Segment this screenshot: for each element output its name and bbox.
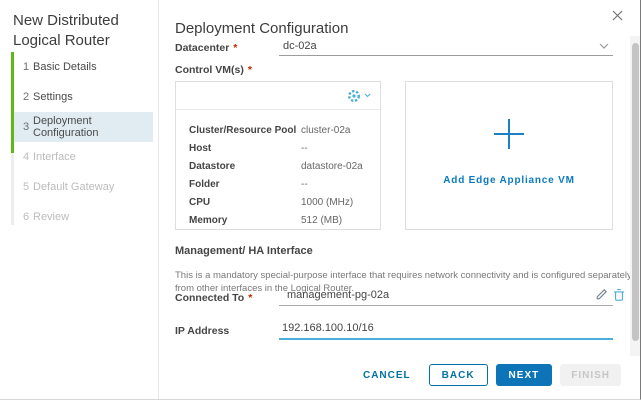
vm-detail-row: CPU 1000 (MHz) bbox=[189, 193, 367, 211]
dialog-title: New Distributed Logical Router bbox=[13, 11, 139, 50]
delete-trash-icon[interactable] bbox=[613, 288, 625, 301]
wizard-sidebar: New Distributed Logical Router 1 Basic D… bbox=[0, 0, 159, 399]
step-review: 6 Review bbox=[14, 202, 153, 232]
vertical-scrollbar-thumb[interactable] bbox=[632, 43, 639, 341]
ip-address-field[interactable] bbox=[279, 320, 613, 340]
next-button[interactable]: NEXT bbox=[496, 364, 553, 386]
step-label: Basic Details bbox=[33, 61, 97, 73]
control-vm-card: Cluster/Resource Pool cluster-02a Host -… bbox=[175, 81, 381, 230]
chevron-down-icon bbox=[364, 93, 371, 98]
steps-progress-bar-remaining bbox=[11, 153, 14, 225]
step-label: Deployment Configuration bbox=[33, 115, 153, 139]
step-interface: 4 Interface bbox=[14, 142, 153, 172]
step-content-panel: Deployment Configuration Datacenter* dc-… bbox=[160, 0, 640, 399]
step-number: 3 bbox=[14, 121, 33, 133]
step-number: 5 bbox=[14, 181, 33, 193]
back-button[interactable]: BACK bbox=[429, 364, 488, 386]
page-title: Deployment Configuration bbox=[175, 20, 348, 37]
step-number: 4 bbox=[14, 151, 33, 163]
connected-to-actions bbox=[596, 288, 625, 301]
vm-detail-row: Datastore datastore-02a bbox=[189, 157, 367, 175]
step-label: Interface bbox=[33, 151, 76, 163]
cancel-button[interactable]: CANCEL bbox=[353, 364, 421, 386]
vm-detail-row: Cluster/Resource Pool cluster-02a bbox=[189, 121, 367, 139]
close-icon[interactable] bbox=[609, 9, 625, 25]
control-vms-label: Control VM(s)* bbox=[175, 64, 252, 76]
vertical-scrollbar-track[interactable] bbox=[630, 36, 640, 356]
finish-button: FINISH bbox=[560, 364, 621, 386]
new-dlr-wizard-dialog: New Distributed Logical Router 1 Basic D… bbox=[0, 0, 641, 400]
edit-pencil-icon[interactable] bbox=[596, 288, 608, 301]
wizard-steps: 1 Basic Details 2 Settings 3 Deployment … bbox=[11, 52, 153, 232]
datacenter-selected-value: dc-02a bbox=[283, 40, 317, 52]
chevron-down-icon bbox=[599, 43, 609, 49]
step-basic-details[interactable]: 1 Basic Details bbox=[14, 52, 153, 82]
step-label: Review bbox=[33, 211, 69, 223]
ha-interface-heading: Management/ HA Interface bbox=[175, 245, 313, 257]
required-marker: * bbox=[233, 42, 237, 54]
wizard-footer: CANCEL BACK NEXT FINISH bbox=[353, 364, 621, 386]
step-settings[interactable]: 2 Settings bbox=[14, 82, 153, 112]
step-label: Default Gateway bbox=[33, 181, 114, 193]
required-marker: * bbox=[248, 64, 252, 76]
plus-icon bbox=[490, 115, 528, 153]
steps-progress-bar-completed bbox=[11, 52, 14, 153]
required-marker: * bbox=[248, 292, 252, 304]
ip-address-label: IP Address bbox=[175, 325, 229, 337]
datacenter-select[interactable]: dc-02a bbox=[279, 36, 613, 56]
step-deployment-configuration[interactable]: 3 Deployment Configuration bbox=[14, 112, 153, 142]
step-number: 2 bbox=[14, 91, 33, 103]
vm-detail-row: Host -- bbox=[189, 139, 367, 157]
vm-detail-list: Cluster/Resource Pool cluster-02a Host -… bbox=[176, 110, 380, 229]
step-label: Settings bbox=[33, 91, 73, 103]
gear-icon[interactable] bbox=[347, 89, 371, 103]
vm-detail-row: Memory 512 (MB) bbox=[189, 211, 367, 229]
step-number: 1 bbox=[14, 61, 33, 73]
step-number: 6 bbox=[14, 211, 33, 223]
add-edge-appliance-vm-button[interactable]: Add Edge Appliance VM bbox=[405, 81, 613, 230]
connected-to-label: Connected To* bbox=[175, 292, 252, 304]
connected-to-field[interactable] bbox=[279, 287, 613, 306]
add-edge-appliance-vm-label: Add Edge Appliance VM bbox=[443, 175, 574, 186]
datacenter-label: Datacenter* bbox=[175, 42, 237, 54]
step-default-gateway: 5 Default Gateway bbox=[14, 172, 153, 202]
vm-detail-row: Folder -- bbox=[189, 175, 367, 193]
vm-card-toolbar bbox=[176, 82, 380, 110]
